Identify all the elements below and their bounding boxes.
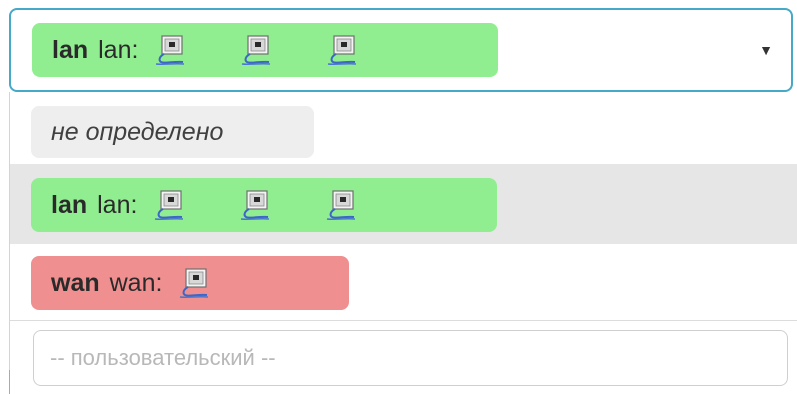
wan-zone-badge: wan wan: bbox=[31, 256, 349, 310]
unspecified-label: не определено bbox=[51, 117, 224, 146]
option-wan[interactable]: wan wan: bbox=[10, 244, 797, 321]
selected-zone-badge: lan lan: bbox=[32, 23, 498, 77]
zone-name: wan bbox=[51, 268, 100, 297]
lan-zone-badge: lan lan: bbox=[31, 178, 497, 232]
zone-label: lan: bbox=[97, 190, 138, 219]
option-lan[interactable]: lan lan: bbox=[10, 164, 797, 244]
ethernet-port-icon bbox=[152, 34, 186, 66]
zone-label: lan: bbox=[98, 35, 139, 64]
triangle-down-icon[interactable]: ▼ bbox=[759, 43, 773, 57]
ethernet-port-icon bbox=[238, 34, 272, 66]
custom-zone-input[interactable] bbox=[33, 330, 788, 386]
zone-name: lan bbox=[52, 35, 89, 64]
zone-dropdown-list: не определено lan lan: wan wan: bbox=[9, 92, 797, 394]
zone-label: wan: bbox=[109, 268, 163, 297]
unspecified-badge: не определено bbox=[31, 106, 314, 158]
zone-select[interactable]: lan lan: ▼ bbox=[9, 8, 793, 92]
divider bbox=[9, 370, 10, 394]
ethernet-port-icon bbox=[323, 189, 357, 221]
option-unspecified[interactable]: не определено bbox=[10, 92, 797, 164]
zone-name: lan bbox=[51, 190, 88, 219]
firewall-zone-picker: lan lan: ▼ не определено lan lan: wan wa… bbox=[0, 0, 797, 394]
ethernet-port-icon bbox=[237, 189, 271, 221]
ethernet-port-icon bbox=[176, 267, 210, 299]
option-custom bbox=[10, 320, 797, 394]
ethernet-port-icon bbox=[324, 34, 358, 66]
ethernet-port-icon bbox=[151, 189, 185, 221]
